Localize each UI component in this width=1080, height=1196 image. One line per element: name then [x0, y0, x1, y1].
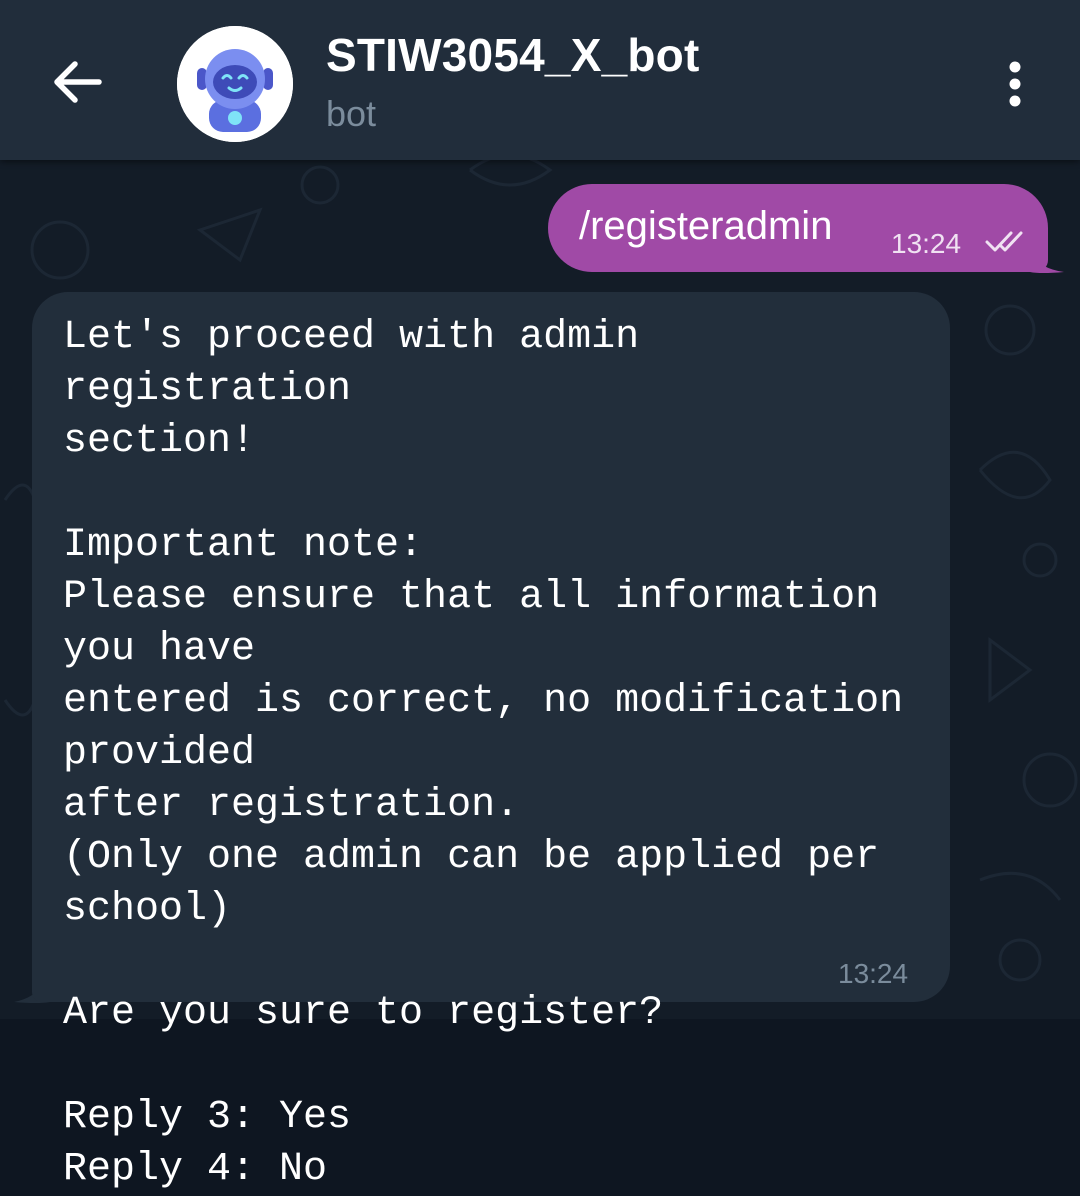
- incoming-message-time: 13:24: [838, 958, 909, 989]
- robot-avatar-icon: [177, 26, 293, 142]
- outgoing-message-time: 13:24: [891, 228, 962, 259]
- incoming-message[interactable]: Let's proceed with admin registration se…: [32, 292, 950, 1192]
- outgoing-message[interactable]: /registeradmin 13:24: [548, 184, 1048, 272]
- more-vertical-icon: [1009, 61, 1021, 107]
- chat-header: STIW3054_X_bot bot: [0, 0, 1080, 160]
- chat-subtitle: bot: [326, 93, 377, 134]
- incoming-message-text: Let's proceed with admin registration se…: [63, 315, 904, 1192]
- double-check-icon: [985, 231, 1023, 252]
- arrow-left-icon: [54, 61, 102, 103]
- outgoing-message-text: /registeradmin: [579, 204, 833, 248]
- more-options-button[interactable]: [990, 54, 1040, 114]
- back-button[interactable]: [40, 44, 116, 120]
- bot-avatar[interactable]: [177, 26, 293, 142]
- chat-title[interactable]: STIW3054_X_bot: [326, 28, 699, 82]
